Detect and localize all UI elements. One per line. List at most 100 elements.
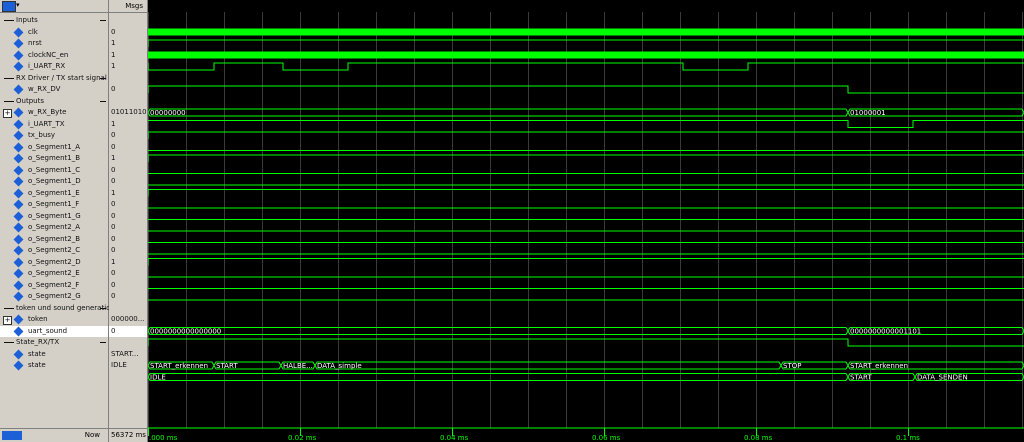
- signal-row[interactable]: o_Segment1_G: [0, 211, 108, 222]
- bus-segment: [148, 373, 849, 381]
- signal-row[interactable]: o_Segment2_E: [0, 268, 108, 279]
- signal-icon: [13, 280, 24, 290]
- time-tick-label: 0.04 ms: [440, 434, 469, 442]
- signal-row[interactable]: o_Segment1_F: [0, 199, 108, 210]
- expand-icon[interactable]: +: [3, 316, 12, 325]
- signal-icon: [13, 199, 24, 210]
- signal-name: o_Segment2_B: [28, 234, 81, 243]
- wave-tool-icon[interactable]: [2, 1, 16, 12]
- signal-name: o_Segment2_G: [28, 292, 81, 300]
- signal-row[interactable]: state: [0, 349, 108, 360]
- signal-row[interactable]: o_Segment1_C: [0, 165, 108, 176]
- waveform-canvas[interactable]: .000 ms 0.02 ms 0.04 ms 0.06 ms 0.08 ms 0.1 m…: [148, 0, 1024, 442]
- signal-row[interactable]: o_Segment1_D: [0, 176, 108, 187]
- signal-value: 0: [111, 200, 116, 208]
- signal-name: clockNC_en: [28, 50, 69, 59]
- signal-row[interactable]: nrst: [0, 38, 108, 49]
- signal-trace: [148, 39, 1024, 47]
- signal-value: 0: [111, 142, 116, 151]
- bus-value: 01000001: [850, 109, 886, 117]
- signal-icon: [13, 119, 24, 129]
- bus-segment: [314, 361, 782, 370]
- name-pane-header: ▾: [0, 0, 108, 13]
- value-footer: 56372 ms: [109, 428, 147, 442]
- group-label: Inputs: [16, 16, 38, 24]
- signal-value: IDLE: [111, 361, 127, 369]
- signal-icon: [13, 222, 24, 233]
- signal-icon: [13, 245, 24, 256]
- signal-value: 0: [111, 246, 116, 254]
- signal-value: 0: [111, 165, 116, 174]
- signal-trace: [148, 85, 1024, 94]
- signal-row[interactable]: o_Segment1_A: [0, 142, 108, 153]
- signal-icon: [13, 50, 24, 60]
- signal-name: w_RX_DV: [28, 85, 61, 93]
- signal-row[interactable]: tx_busy: [0, 130, 108, 141]
- signal-row[interactable]: w_RX_DV: [0, 84, 108, 95]
- signal-name: o_Segment1_D: [28, 177, 81, 185]
- signal-value: 0: [111, 131, 116, 139]
- now-label: Now: [84, 431, 100, 439]
- waveform-pane[interactable]: .000 ms 0.02 ms 0.04 ms 0.06 ms 0.08 ms 0.1 m…: [148, 0, 1024, 442]
- signal-row[interactable]: clk: [0, 27, 108, 38]
- signal-row[interactable]: o_Segment1_B: [0, 153, 108, 164]
- signal-icon: [13, 234, 24, 244]
- signal-icon: [13, 257, 24, 267]
- bus-segment: [148, 108, 849, 117]
- signal-value: 0: [111, 85, 116, 93]
- bus-segment: [148, 327, 849, 335]
- signal-row[interactable]: uart_sound: [0, 325, 108, 337]
- expand-icon[interactable]: +: [3, 109, 12, 118]
- chevron-down-icon[interactable]: ▾: [16, 1, 20, 9]
- signal-trace: [148, 154, 1024, 162]
- bus-value: IDLE: [150, 374, 166, 382]
- signal-value: 0: [109, 325, 147, 337]
- signal-row[interactable]: + w_RX_Byte: [0, 107, 108, 118]
- signal-name: clk: [28, 27, 38, 36]
- group-header[interactable]: token und sound generation: [0, 303, 115, 314]
- signal-row[interactable]: clockNC_en: [0, 50, 108, 61]
- group-label: token und sound generation: [16, 303, 115, 312]
- signal-value: 000000...: [111, 315, 145, 323]
- bus-value: START_erkennen: [850, 362, 908, 370]
- clock-trace: [148, 51, 1024, 59]
- signal-value: 1: [111, 62, 116, 70]
- signal-name: state: [28, 361, 46, 369]
- signal-icon: [13, 291, 24, 302]
- value-pane: Msgs 0 1 1 1 0 01011010 1 0 0 1 0 0 1 0 0 0 0 0 1 0 0 0 000000…: [109, 0, 148, 442]
- signal-name: o_Segment2_D: [28, 257, 81, 266]
- signal-row[interactable]: state: [0, 360, 108, 371]
- group-label: RX Driver / TX start signal: [16, 73, 107, 82]
- signal-row[interactable]: + token: [0, 314, 108, 325]
- signal-row[interactable]: o_Segment2_B: [0, 234, 108, 245]
- signal-icon: [13, 176, 24, 187]
- signal-trace: [148, 62, 1024, 71]
- signal-name: o_Segment1_F: [28, 200, 80, 208]
- group-header[interactable]: RX Driver / TX start signal: [0, 73, 108, 84]
- group-header[interactable]: Outputs: [0, 96, 108, 107]
- signal-name: uart_sound: [28, 326, 68, 335]
- now-value: 56372 ms: [111, 431, 146, 439]
- signal-name: i_UART_RX: [28, 62, 66, 70]
- signal-name: o_Segment2_E: [28, 269, 80, 277]
- signal-row[interactable]: o_Segment2_C: [0, 245, 108, 256]
- signal-row[interactable]: o_Segment2_F: [0, 280, 108, 291]
- signal-name: i_UART_TX: [28, 119, 65, 128]
- group-header[interactable]: State_RX/TX: [0, 337, 108, 348]
- signal-value: 1: [111, 188, 116, 197]
- zoom-controls-icon[interactable]: [2, 431, 22, 440]
- signal-row[interactable]: i_UART_TX: [0, 119, 108, 130]
- signal-row[interactable]: o_Segment1_E: [0, 188, 108, 199]
- value-pane-header: Msgs: [109, 0, 147, 13]
- signal-icon: [13, 188, 24, 198]
- signal-row[interactable]: i_UART_RX: [0, 61, 108, 72]
- signal-value: 0: [111, 211, 116, 220]
- signal-row[interactable]: o_Segment2_A: [0, 222, 108, 233]
- signal-row[interactable]: o_Segment2_G: [0, 291, 108, 302]
- signal-value: 0: [111, 234, 116, 243]
- signal-name: o_Segment1_C: [28, 165, 81, 174]
- signal-value: 01011010: [111, 108, 147, 116]
- signal-row[interactable]: o_Segment2_D: [0, 257, 108, 268]
- group-header[interactable]: Inputs: [0, 15, 108, 26]
- bus-value: 0000000000001101: [850, 328, 921, 336]
